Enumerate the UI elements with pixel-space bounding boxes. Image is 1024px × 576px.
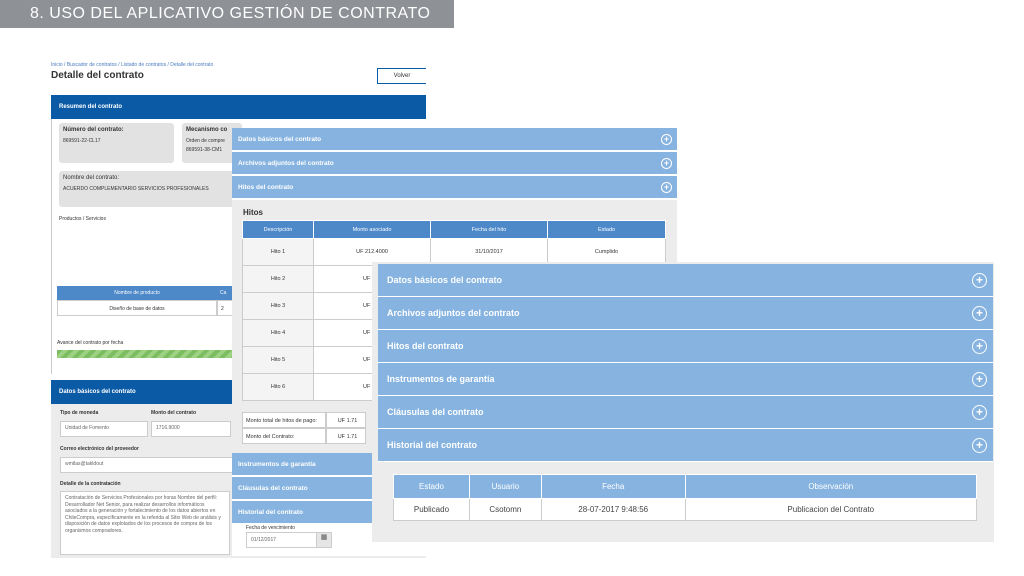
accordion-label: Archivos adjuntos del contrato: [387, 308, 520, 318]
accordion-datos-basicos[interactable]: Datos básicos del contrato +: [232, 128, 677, 151]
estado-cell: Publicado: [393, 498, 470, 521]
calendar-icon[interactable]: ▦: [316, 533, 331, 547]
plus-circle-icon[interactable]: +: [972, 372, 987, 387]
plus-circle-icon[interactable]: +: [972, 273, 987, 288]
accordion-datos-basicos[interactable]: Datos básicos del contrato +: [378, 264, 993, 297]
accordion-label: Hitos del contrato: [238, 184, 294, 191]
plus-circle-icon[interactable]: +: [972, 438, 987, 453]
accordion-label: Archivos adjuntos del contrato: [238, 160, 334, 167]
detalle-label: Detalle de la contratación: [60, 481, 121, 487]
column-header: Fecha del hito: [430, 220, 548, 239]
accordion-historial[interactable]: Historial del contrato +: [378, 429, 993, 462]
correo-label: Correo electrónico del proveedor: [60, 446, 139, 452]
slide-title: 8. USO DEL APLICATIVO GESTIÓN DE CONTRAT…: [0, 0, 454, 28]
plus-circle-icon[interactable]: +: [972, 306, 987, 321]
accordion-label: Datos básicos del contrato: [238, 136, 322, 143]
usuario-cell: Csotomn: [468, 498, 542, 521]
observacion-cell: Publicacion del Contrato: [684, 498, 978, 521]
table-row: Publicado Csotomn 28-07-2017 9:48:56 Pub…: [393, 498, 978, 521]
detalle-textarea[interactable]: Contratación de Servicios Profesionales …: [60, 491, 230, 555]
hito-description: Hito 5: [242, 346, 314, 374]
accordion-garantia[interactable]: Instrumentos de garantía +: [378, 363, 993, 396]
numero-value: 869591-22-CL17: [63, 138, 101, 144]
page-title: Detalle del contrato: [51, 70, 144, 81]
column-header: Observación: [684, 474, 978, 499]
monto-field[interactable]: 1716.9000: [151, 421, 231, 437]
fecha-cell: 28-07-2017 9:48:56: [540, 498, 686, 521]
historial-panel: Datos básicos del contrato + Archivos ad…: [372, 262, 994, 542]
hito-description: Hito 6: [242, 373, 314, 401]
accordion-label: Historial del contrato: [238, 509, 304, 516]
plus-circle-icon[interactable]: +: [972, 339, 987, 354]
breadcrumb[interactable]: Inicio / Buscador de contratos / Listado…: [51, 62, 426, 68]
numero-box: Número del contrato: 869591-22-CL17: [59, 123, 174, 163]
hito-description: Hito 2: [242, 265, 314, 293]
avance-label: Avance del contrato por fecha: [57, 340, 124, 346]
hitos-title: Hitos: [243, 208, 263, 217]
total-value: UF 1.71: [326, 412, 366, 428]
numero-label: Número del contrato:: [63, 127, 124, 133]
monto-label: Monto del contrato: [151, 410, 196, 416]
accordion-archivos[interactable]: Archivos adjuntos del contrato +: [378, 297, 993, 330]
nombre-label: Nombre del contrato:: [63, 175, 120, 181]
column-header: Usuario: [468, 474, 542, 499]
productos-label: Productos / Servicios: [59, 216, 106, 222]
historial-table: Estado Usuario Fecha Observación Publica…: [393, 474, 978, 521]
accordion-label: Cláusulas del contrato: [387, 407, 484, 417]
accordion-label: Instrumentos de garantía: [238, 461, 316, 468]
mecanismo-line2: 869591-38-CM1: [186, 147, 223, 153]
column-header: Descripción: [242, 220, 314, 239]
correo-field[interactable]: wmtlas@takldout: [60, 457, 240, 473]
plus-circle-icon[interactable]: +: [661, 182, 672, 193]
accordion-label: Hitos del contrato: [387, 341, 464, 351]
column-header: Monto asociado: [313, 220, 431, 239]
hito-description: Hito 1: [242, 238, 314, 266]
monto-contrato-label: Monto del Contrato:: [242, 428, 326, 444]
tipo-moneda-field[interactable]: Unidad de Fomento: [60, 421, 148, 437]
plus-circle-icon[interactable]: +: [661, 134, 672, 145]
accordion-label: Historial del contrato: [387, 440, 478, 450]
monto-contrato-value: UF 1.71: [326, 428, 366, 444]
tipo-moneda-label: Tipo de moneda: [60, 410, 99, 416]
back-button[interactable]: Volver: [377, 68, 426, 84]
table-row: Diseño de base de datos: [57, 300, 217, 316]
hito-description: Hito 4: [242, 319, 314, 347]
plus-circle-icon[interactable]: +: [661, 158, 672, 169]
accordion-label: Instrumentos de garantía: [387, 374, 495, 384]
nombre-box: Nombre del contrato: ACUERDO COMPLEMENTA…: [59, 171, 242, 207]
progress-bar: [57, 350, 247, 358]
resumen-header[interactable]: Resumen del contrato: [51, 95, 426, 119]
accordion-clausulas[interactable]: Cláusulas del contrato +: [378, 396, 993, 429]
accordion-label: Datos básicos del contrato: [387, 275, 503, 285]
productos-header: Nombre de producto: [57, 286, 217, 300]
column-header: Estado: [393, 474, 470, 499]
column-header: Estado: [547, 220, 666, 239]
total-label: Monto total de hitos de pago:: [242, 412, 326, 428]
nombre-value: ACUERDO COMPLEMENTARIO SERVICIOS PROFESI…: [63, 186, 209, 192]
vencimiento-label: Fecha de vencimiento: [246, 525, 295, 531]
hito-description: Hito 3: [242, 292, 314, 320]
accordion-hitos[interactable]: Hitos del contrato +: [378, 330, 993, 363]
column-header: Fecha: [540, 474, 686, 499]
accordion-hitos[interactable]: Hitos del contrato +: [232, 176, 677, 199]
accordion-label: Cláusulas del contrato: [238, 485, 308, 492]
mecanismo-label: Mecanismo co: [186, 127, 228, 133]
plus-circle-icon[interactable]: +: [972, 405, 987, 420]
accordion-archivos[interactable]: Archivos adjuntos del contrato +: [232, 152, 677, 175]
mecanismo-line1: Orden de compre: [186, 138, 225, 144]
